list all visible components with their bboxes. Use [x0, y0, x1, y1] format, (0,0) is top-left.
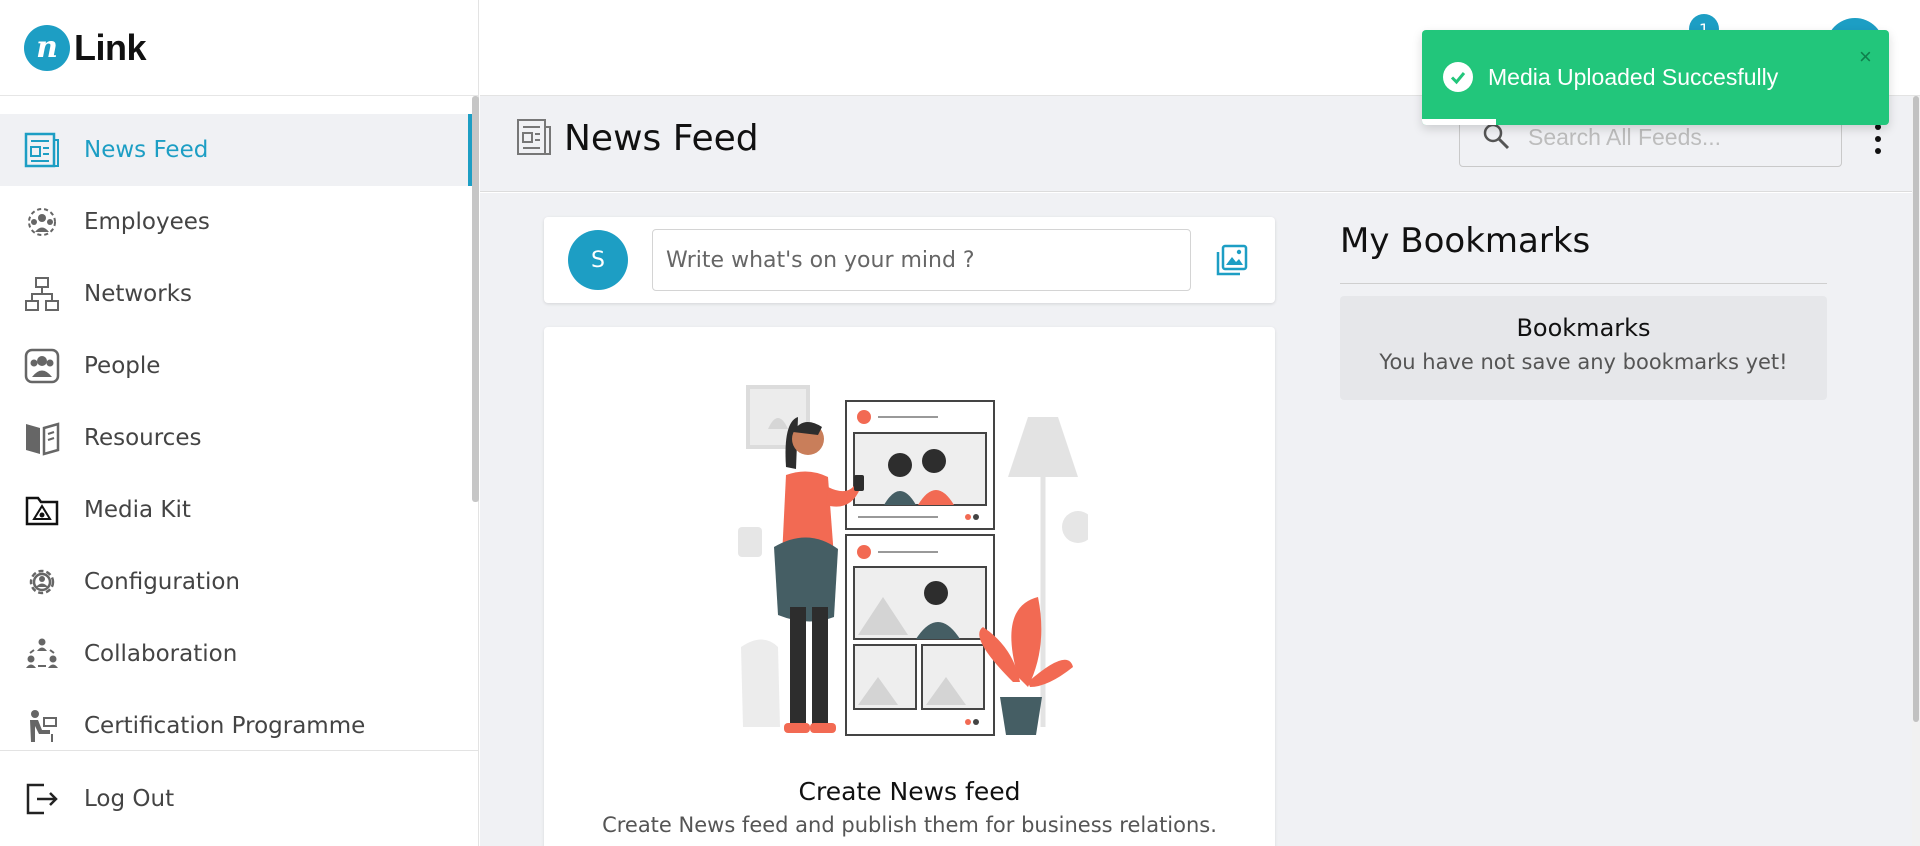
logout-label: Log Out: [84, 785, 175, 812]
network-icon: [24, 276, 60, 312]
newspaper-icon: [516, 118, 552, 160]
gear-icon: [24, 564, 60, 600]
brand-name: Link: [74, 26, 147, 68]
divider: [1340, 283, 1827, 284]
sidebar-item-resources[interactable]: Resources: [0, 402, 472, 474]
bookmarks-box-text: You have not save any bookmarks yet!: [1379, 350, 1788, 374]
sidebar-item-news-feed[interactable]: News Feed: [0, 114, 472, 186]
logout-button[interactable]: Log Out: [0, 750, 479, 846]
image-upload-icon[interactable]: [1215, 243, 1249, 277]
more-options-icon[interactable]: [1868, 124, 1888, 154]
page-scrollbar[interactable]: [1913, 96, 1919, 722]
brand-logo: n: [24, 24, 70, 71]
sidebar-item-label: Configuration: [84, 569, 240, 595]
sidebar-scrollbar[interactable]: [472, 96, 479, 502]
sidebar-item-employees[interactable]: Employees: [0, 186, 472, 258]
bookmarks-empty-box: Bookmarks You have not save any bookmark…: [1340, 296, 1827, 400]
sidebar-item-label: Collaboration: [84, 641, 238, 667]
sidebar: n Link News Feed Employees Networks Peop…: [0, 0, 479, 846]
news-feed-illustration: [738, 377, 1094, 751]
composer-avatar: S: [568, 230, 628, 290]
sidebar-item-networks[interactable]: Networks: [0, 258, 472, 330]
search-input[interactable]: [1528, 124, 1828, 151]
toast-message: Media Uploaded Succesfully: [1488, 64, 1779, 90]
empty-state-title: Create News feed: [798, 777, 1021, 806]
sidebar-item-label: Networks: [84, 281, 193, 307]
sidebar-item-configuration[interactable]: Configuration: [0, 546, 472, 618]
logout-icon: [24, 781, 60, 817]
collaboration-icon: [24, 636, 60, 672]
sidebar-item-label: News Feed: [84, 137, 209, 163]
bookmarks-box-title: Bookmarks: [1516, 314, 1651, 342]
media-kit-icon: [24, 492, 60, 528]
book-icon: [24, 420, 60, 456]
news-feed-empty-state: Create News feed Create News feed and pu…: [544, 327, 1275, 846]
people-icon: [24, 348, 60, 384]
sidebar-item-label: Certification Programme: [84, 713, 366, 739]
sidebar-nav: News Feed Employees Networks People Reso…: [0, 114, 472, 762]
close-icon[interactable]: ×: [1859, 44, 1872, 70]
sidebar-item-label: Resources: [84, 425, 202, 451]
page-title: News Feed: [564, 118, 759, 159]
toast-progress-bar: [1422, 119, 1496, 125]
sidebar-item-label: Media Kit: [84, 497, 191, 523]
certification-icon: [24, 708, 60, 744]
search-icon: [1482, 122, 1510, 154]
post-input[interactable]: [652, 229, 1191, 291]
success-toast: Media Uploaded Succesfully ×: [1422, 30, 1889, 125]
sidebar-item-collaboration[interactable]: Collaboration: [0, 618, 472, 690]
main-content: S Write what's on your mind ? Create New…: [480, 193, 1912, 846]
sidebar-item-media-kit[interactable]: Media Kit: [0, 474, 472, 546]
post-composer: S: [544, 217, 1275, 303]
brand[interactable]: n Link: [0, 0, 478, 96]
employees-icon: [24, 204, 60, 240]
sidebar-item-label: Employees: [84, 209, 210, 235]
newspaper-icon: [24, 132, 60, 168]
empty-state-subtitle: Create News feed and publish them for bu…: [602, 813, 1217, 837]
sidebar-item-people[interactable]: People: [0, 330, 472, 402]
check-circle-icon: [1443, 62, 1473, 92]
bookmarks-heading: My Bookmarks: [1340, 221, 1591, 261]
sidebar-item-label: People: [84, 353, 161, 379]
